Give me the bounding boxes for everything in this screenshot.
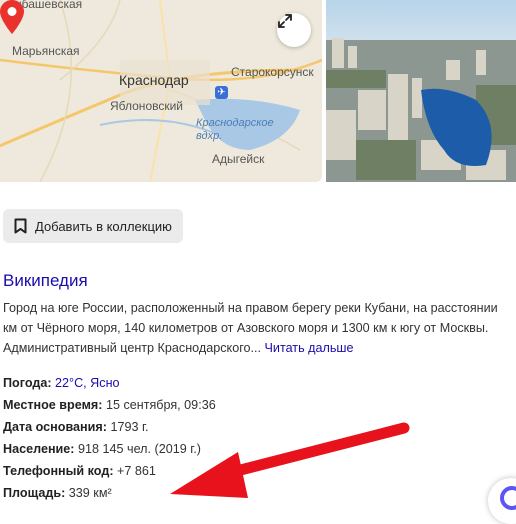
fact-weather: Погода: 22°С, Ясно xyxy=(3,374,216,396)
add-to-collection-button[interactable]: Добавить в коллекцию xyxy=(3,209,183,243)
map-thumbnail[interactable]: шбашевская Марьянская Краснодар Яблоновс… xyxy=(0,0,322,182)
wiki-description: Город на юге России, расположенный на пр… xyxy=(3,298,515,358)
wikipedia-link[interactable]: Википедия xyxy=(3,271,88,291)
fact-label: Дата основания: xyxy=(3,420,107,434)
map-label-yablonovsky: Яблоновский xyxy=(110,99,184,113)
map-roads xyxy=(0,0,322,182)
fact-value: 339 км² xyxy=(68,486,112,500)
fact-label: Телефонный код: xyxy=(3,464,114,478)
expand-map-button[interactable] xyxy=(277,13,311,47)
city-photo[interactable] xyxy=(326,0,516,182)
fact-value: 918 145 чел. (2019 г.) xyxy=(78,442,201,456)
map-label-reservoir: Краснодарское вдхр. xyxy=(196,117,274,143)
fact-label: Площадь: xyxy=(3,486,66,500)
assistant-button[interactable] xyxy=(488,478,516,524)
fact-label: Местное время: xyxy=(3,398,103,412)
fact-value: +7 861 xyxy=(117,464,156,478)
expand-icon xyxy=(278,14,292,28)
facts-list: Погода: 22°С, Ясно Местное время: 15 сен… xyxy=(3,374,216,506)
map-label-maryanskaya: Марьянская xyxy=(12,44,80,58)
fact-phone-code: Телефонный код: +7 861 xyxy=(3,462,216,484)
assistant-icon xyxy=(500,486,516,510)
read-more-link[interactable]: Читать дальше xyxy=(265,341,354,355)
fact-area: Площадь: 339 км² xyxy=(3,484,216,506)
wiki-description-text: Город на юге России, расположенный на пр… xyxy=(3,301,498,355)
reservoir-line2: вдхр. xyxy=(196,130,223,142)
fact-label: Население: xyxy=(3,442,75,456)
add-to-collection-label: Добавить в коллекцию xyxy=(35,218,172,234)
weather-link[interactable]: 22°С, Ясно xyxy=(55,376,120,390)
airport-icon: ✈ xyxy=(215,86,228,99)
fact-founded: Дата основания: 1793 г. xyxy=(3,418,216,440)
bookmark-icon xyxy=(14,218,27,234)
reservoir-line1: Краснодарское xyxy=(196,117,274,129)
map-pin-icon xyxy=(0,0,24,34)
fact-value: 15 сентября, 09:36 xyxy=(105,398,216,412)
city-photo-image xyxy=(326,38,516,182)
map-label-krasnodar: Краснодар xyxy=(119,72,189,88)
fact-value: 1793 г. xyxy=(110,420,149,434)
fact-population: Население: 918 145 чел. (2019 г.) xyxy=(3,440,216,462)
fact-label: Погода: xyxy=(3,376,52,390)
map-label-adygeisk: Адыгейск xyxy=(212,152,265,166)
map-label-starokorsunsk: Старокорсунск xyxy=(231,65,314,79)
fact-local-time: Местное время: 15 сентября, 09:36 xyxy=(3,396,216,418)
